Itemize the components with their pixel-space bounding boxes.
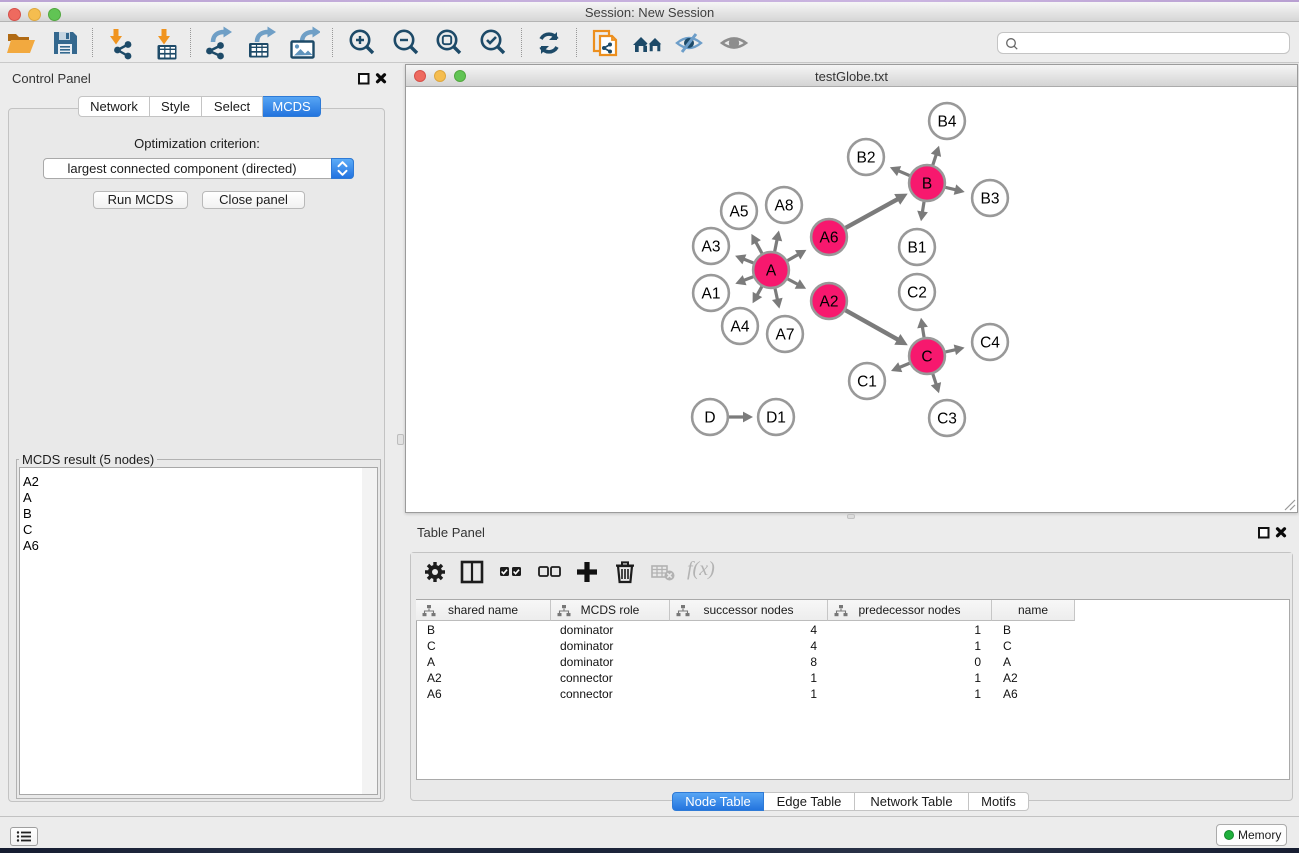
svg-text:A4: A4 [731,319,750,336]
svg-text:A8: A8 [775,198,794,215]
svg-text:C: C [921,349,932,366]
svg-text:A: A [766,263,777,280]
svg-text:C1: C1 [857,374,877,391]
svg-text:D: D [704,410,715,427]
svg-text:B1: B1 [908,240,927,257]
svg-text:B: B [922,176,932,193]
svg-text:A2: A2 [820,294,839,311]
svg-text:A3: A3 [702,239,721,256]
svg-text:C2: C2 [907,285,927,302]
svg-text:B2: B2 [857,150,876,167]
svg-text:C3: C3 [937,411,957,428]
svg-text:A5: A5 [730,204,749,221]
svg-text:B4: B4 [938,114,957,131]
svg-text:A7: A7 [776,327,795,344]
svg-text:A1: A1 [702,286,721,303]
svg-text:B3: B3 [981,191,1000,208]
svg-text:D1: D1 [766,410,786,427]
svg-text:A6: A6 [820,230,839,247]
svg-text:C4: C4 [980,335,1000,352]
